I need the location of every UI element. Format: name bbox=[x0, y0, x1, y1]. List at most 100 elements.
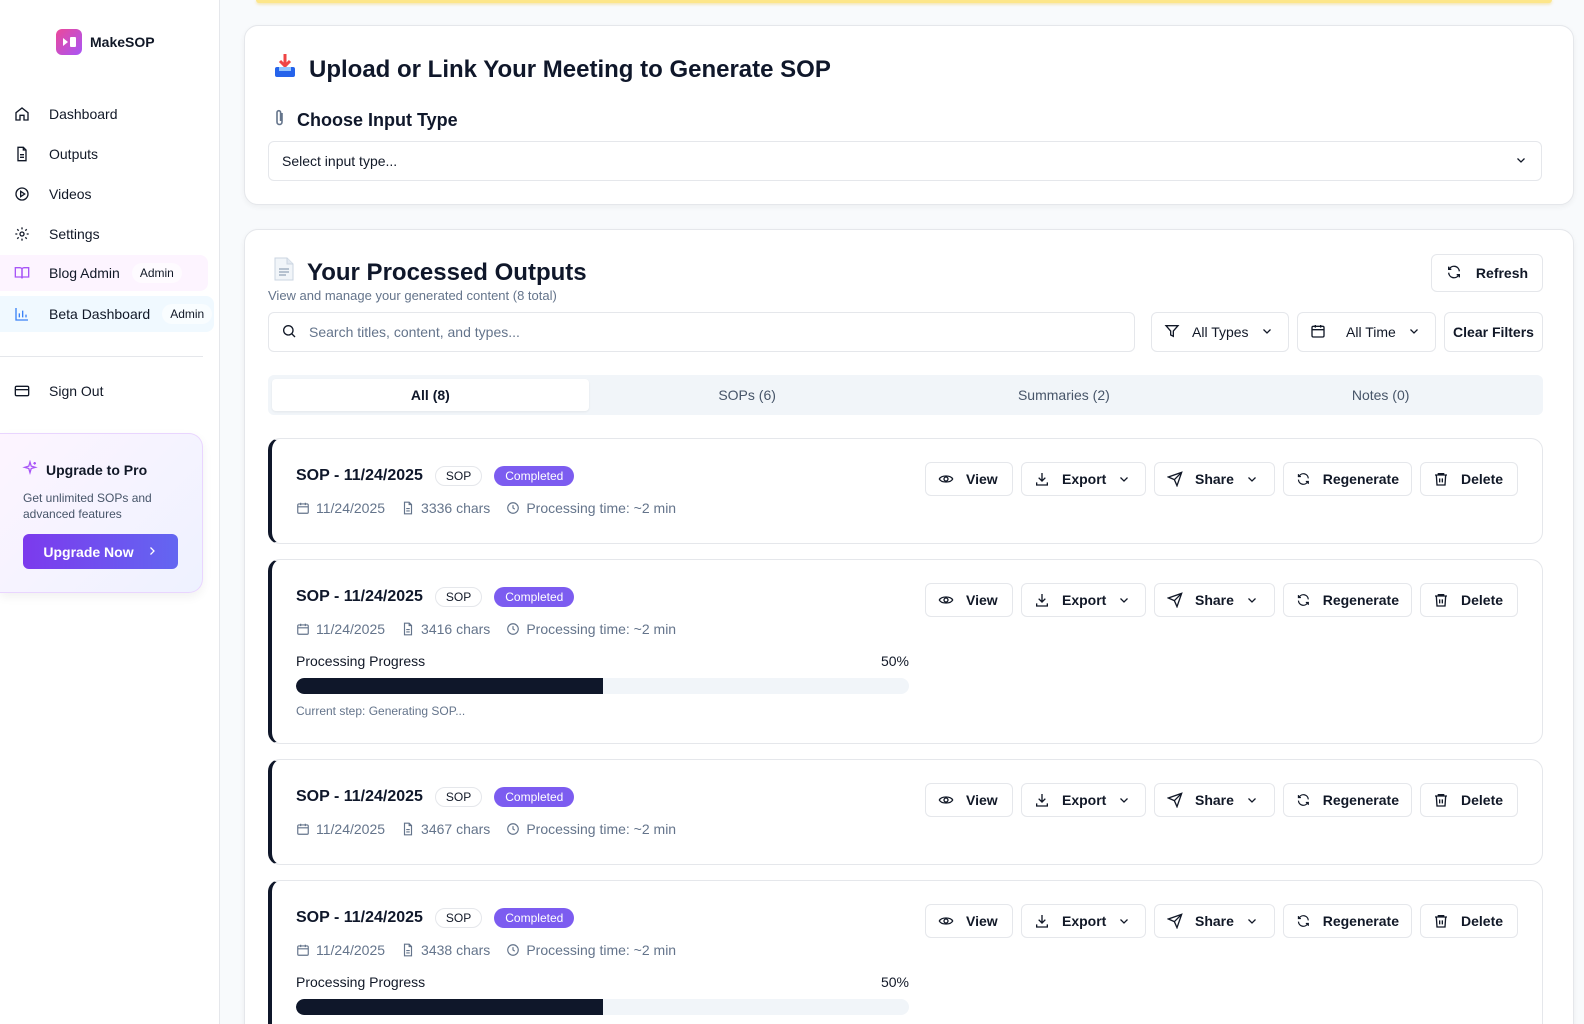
output-item-meta: 11/24/2025 3467 chars Processing time: ~… bbox=[296, 821, 692, 837]
share-button[interactable]: Share bbox=[1154, 462, 1275, 496]
view-label: View bbox=[966, 471, 998, 487]
outputs-tabs: All (8) SOPs (6) Summaries (2) Notes (0) bbox=[268, 375, 1543, 415]
sidebar-item-dashboard[interactable]: Dashboard bbox=[0, 94, 220, 134]
delete-label: Delete bbox=[1461, 592, 1504, 608]
share-button[interactable]: Share bbox=[1154, 583, 1275, 617]
output-item-title[interactable]: SOP - 11/24/2025 bbox=[296, 467, 423, 485]
output-item-title[interactable]: SOP - 11/24/2025 bbox=[296, 788, 423, 806]
calendar-icon bbox=[1310, 323, 1326, 342]
view-button[interactable]: View bbox=[925, 783, 1013, 817]
paperclip-icon bbox=[273, 109, 287, 132]
export-label: Export bbox=[1062, 792, 1107, 808]
regenerate-label: Regenerate bbox=[1322, 913, 1399, 929]
meta-chars: 3336 chars bbox=[401, 500, 490, 516]
type-filter-select[interactable]: All Types bbox=[1151, 312, 1289, 352]
meta-time-text: Processing time: ~2 min bbox=[526, 942, 677, 958]
clock-icon bbox=[507, 944, 520, 956]
chevron-down-icon bbox=[1247, 598, 1256, 603]
clock-icon bbox=[507, 502, 520, 514]
type-badge: SOP bbox=[434, 466, 483, 486]
view-button[interactable]: View bbox=[925, 462, 1013, 496]
chevron-down-icon bbox=[1120, 598, 1129, 603]
sidebar-item-label: Blog Admin bbox=[49, 265, 120, 281]
sidebar-nav: Dashboard Outputs Videos Settings Blog A… bbox=[0, 94, 220, 333]
trash-icon bbox=[1435, 915, 1447, 928]
type-filter-value: All Types bbox=[1192, 324, 1249, 340]
sidebar-item-settings[interactable]: Settings bbox=[0, 214, 220, 254]
sidebar-item-label: Beta Dashboard bbox=[49, 306, 151, 322]
meta-date: 11/24/2025 bbox=[296, 821, 385, 837]
sidebar-signout: Sign Out bbox=[0, 371, 220, 411]
send-icon bbox=[1167, 592, 1183, 608]
output-item: SOP - 11/24/2025 SOP Completed 11/24/202… bbox=[268, 438, 1543, 544]
output-item-title[interactable]: SOP - 11/24/2025 bbox=[296, 909, 423, 927]
upgrade-title: Upgrade to Pro bbox=[22, 459, 147, 479]
tab-all[interactable]: All (8) bbox=[272, 379, 589, 411]
output-item-header: SOP - 11/24/2025 SOP Completed bbox=[296, 908, 575, 928]
outputs-title-text: Your Processed Outputs bbox=[307, 258, 587, 286]
delete-button[interactable]: Delete bbox=[1420, 462, 1518, 496]
status-badge: Completed bbox=[494, 908, 575, 928]
upgrade-description: Get unlimited SOPs and advanced features bbox=[23, 491, 152, 521]
sidebar-item-outputs[interactable]: Outputs bbox=[0, 134, 220, 174]
regenerate-button[interactable]: Regenerate bbox=[1283, 583, 1412, 617]
chevron-down-icon bbox=[1120, 798, 1129, 803]
sidebar-item-videos[interactable]: Videos bbox=[0, 174, 220, 214]
refresh-icon bbox=[1297, 594, 1309, 606]
outputs-card: Your Processed Outputs View and manage y… bbox=[244, 229, 1574, 1024]
download-icon bbox=[1036, 794, 1048, 807]
sidebar-item-beta-dashboard[interactable]: Beta Dashboard Admin bbox=[0, 296, 214, 332]
time-filter-select[interactable]: All Time bbox=[1297, 312, 1436, 352]
share-button[interactable]: Share bbox=[1154, 904, 1275, 938]
output-item-header: SOP - 11/24/2025 SOP Completed bbox=[296, 587, 575, 607]
trash-icon bbox=[1435, 794, 1447, 807]
input-type-select[interactable]: Select input type... bbox=[268, 141, 1542, 181]
view-button[interactable]: View bbox=[925, 904, 1013, 938]
export-button[interactable]: Export bbox=[1021, 783, 1146, 817]
progress-header: Processing Progress 50% bbox=[296, 974, 909, 990]
status-badge: Completed bbox=[494, 587, 575, 607]
meta-date-text: 11/24/2025 bbox=[316, 621, 386, 637]
regenerate-button[interactable]: Regenerate bbox=[1283, 783, 1412, 817]
export-button[interactable]: Export bbox=[1021, 583, 1146, 617]
clear-filters-button[interactable]: Clear Filters bbox=[1444, 312, 1543, 352]
delete-button[interactable]: Delete bbox=[1420, 583, 1518, 617]
output-item-title[interactable]: SOP - 11/24/2025 bbox=[296, 588, 423, 606]
top-banner-edge bbox=[256, 0, 1552, 3]
regenerate-button[interactable]: Regenerate bbox=[1283, 462, 1412, 496]
brand[interactable]: MakeSOP bbox=[56, 29, 155, 55]
chevron-down-icon bbox=[1120, 477, 1129, 482]
download-icon bbox=[1036, 473, 1048, 486]
chevron-down-icon bbox=[1247, 919, 1256, 924]
sign-out-button[interactable]: Sign Out bbox=[0, 371, 220, 411]
gear-icon bbox=[14, 226, 30, 242]
file-text-icon bbox=[403, 622, 413, 636]
export-button[interactable]: Export bbox=[1021, 462, 1146, 496]
upgrade-now-button[interactable]: Upgrade Now bbox=[23, 534, 178, 569]
export-button[interactable]: Export bbox=[1021, 904, 1146, 938]
sparkles-icon bbox=[22, 459, 38, 479]
sign-out-label: Sign Out bbox=[49, 383, 104, 399]
share-button[interactable]: Share bbox=[1154, 783, 1275, 817]
sidebar-divider bbox=[0, 356, 203, 357]
progress-percent: 50% bbox=[880, 974, 909, 990]
output-item-actions: View Export Share Regenerate Delete bbox=[925, 583, 1518, 617]
send-icon bbox=[1167, 471, 1183, 487]
sidebar-item-label: Videos bbox=[49, 186, 92, 202]
search-placeholder: Search titles, content, and types... bbox=[309, 324, 520, 340]
meta-time-text: Processing time: ~2 min bbox=[526, 821, 677, 837]
search-input[interactable]: Search titles, content, and types... bbox=[268, 312, 1135, 352]
delete-button[interactable]: Delete bbox=[1420, 783, 1518, 817]
delete-button[interactable]: Delete bbox=[1420, 904, 1518, 938]
refresh-button[interactable]: Refresh bbox=[1431, 254, 1543, 292]
sidebar-item-blog-admin[interactable]: Blog Admin Admin bbox=[0, 255, 208, 291]
meta-time: Processing time: ~2 min bbox=[506, 621, 676, 637]
tab-notes[interactable]: Notes (0) bbox=[1222, 379, 1539, 411]
regenerate-button[interactable]: Regenerate bbox=[1283, 904, 1412, 938]
meta-time-text: Processing time: ~2 min bbox=[526, 621, 677, 637]
progress-bar bbox=[296, 678, 909, 694]
tab-summaries[interactable]: Summaries (2) bbox=[906, 379, 1223, 411]
meta-chars: 3467 chars bbox=[401, 821, 490, 837]
tab-sops[interactable]: SOPs (6) bbox=[589, 379, 906, 411]
view-button[interactable]: View bbox=[925, 583, 1013, 617]
